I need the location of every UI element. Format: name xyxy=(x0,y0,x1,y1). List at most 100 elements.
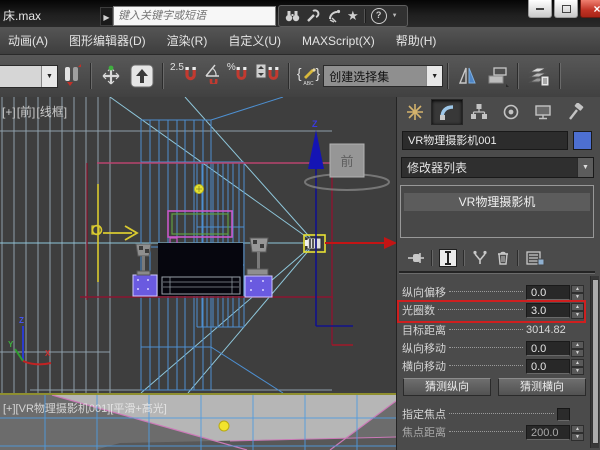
toolbar-separator xyxy=(288,63,290,89)
command-panel-tabs xyxy=(397,99,600,126)
menu-graph-editors[interactable]: 图形编辑器(D) xyxy=(69,32,146,49)
specify-focus-checkbox[interactable] xyxy=(557,408,570,421)
focus-distance-input[interactable]: 200.0 xyxy=(526,425,570,440)
object-name-field[interactable]: VR物理摄影机001 xyxy=(402,131,568,150)
remove-modifier-button[interactable] xyxy=(495,250,511,266)
stack-toolbar xyxy=(399,247,595,269)
3dsmax-window: 床.max ▶ ★ ? ▼ × 动画(A) 图形编辑器(D) 渲染(R xyxy=(0,0,600,450)
close-button[interactable]: × xyxy=(580,0,600,18)
align-button[interactable] xyxy=(483,61,513,91)
param-label: 横向移动 xyxy=(402,358,446,374)
configure-modifier-sets-button[interactable] xyxy=(525,250,545,266)
param-label: 光圈数 xyxy=(402,302,435,318)
front-viewport[interactable]: Z 前 Z Y X [+][前][线框] xyxy=(0,97,396,394)
menu-rendering[interactable]: 渲染(R) xyxy=(167,32,208,49)
edit-named-selection-sets-button[interactable]: { } ABC xyxy=(294,61,323,91)
layer-manager-button[interactable] xyxy=(523,61,555,91)
angle-snap-toggle-button[interactable] xyxy=(201,62,225,90)
show-end-result-button[interactable] xyxy=(439,249,457,267)
search-input[interactable] xyxy=(113,6,276,26)
combo-caret-icon[interactable]: ▼ xyxy=(577,158,593,177)
bed xyxy=(158,243,243,296)
spinner[interactable]: ▲▼ xyxy=(571,341,584,356)
axis-z-label: Z xyxy=(19,316,24,325)
viewport-shading-label[interactable]: [平滑+高光] xyxy=(110,403,167,415)
camera-helper[interactable] xyxy=(92,184,137,282)
selection-set-value: 创建选择集 xyxy=(324,68,426,85)
f-number-input[interactable]: 3.0 xyxy=(526,303,570,318)
param-row-target-distance: 目标距离 3014.82 xyxy=(402,322,584,338)
param-row-f-number: 光圈数 3.0 ▲▼ xyxy=(402,302,584,318)
make-unique-button[interactable] xyxy=(471,250,489,266)
tab-hierarchy[interactable] xyxy=(463,99,495,125)
subscription-wrench-icon[interactable] xyxy=(305,8,321,24)
light-helper-dot[interactable] xyxy=(195,185,204,194)
vertical-shift-input[interactable]: 0.0 xyxy=(526,285,570,300)
object-color-swatch[interactable] xyxy=(573,131,592,150)
gizmo-z-label: Z xyxy=(312,119,318,129)
target-distance-value: 3014.82 xyxy=(526,324,584,336)
viewport-camera-name[interactable]: [VR物理摄影机001] xyxy=(16,403,111,415)
viewport-menu-plus[interactable]: [+] xyxy=(2,105,16,119)
communication-satellite-icon[interactable] xyxy=(326,8,342,24)
spinner[interactable]: ▲▼ xyxy=(571,359,584,374)
front-viewport-scene: Z 前 Z Y X xyxy=(0,97,396,393)
param-row-vertical-shift: 纵向偏移 0.0 ▲▼ xyxy=(402,284,584,300)
keyboard-shortcut-override-button[interactable] xyxy=(126,61,158,91)
light-helper-dot[interactable] xyxy=(219,421,229,431)
percent-snap-toggle-button[interactable]: % xyxy=(225,62,252,90)
tab-display[interactable] xyxy=(527,99,559,125)
favorites-star-icon[interactable]: ★ xyxy=(347,8,359,24)
menu-help[interactable]: 帮助(H) xyxy=(396,32,437,49)
menu-bar: 动画(A) 图形编辑器(D) 渲染(R) 自定义(U) MAXScript(X)… xyxy=(0,27,600,55)
mirror-button[interactable] xyxy=(453,61,483,91)
combo-caret-icon[interactable]: ▼ xyxy=(41,66,57,87)
menu-maxscript[interactable]: MAXScript(X) xyxy=(302,34,375,48)
tab-modify[interactable] xyxy=(431,99,463,125)
viewport-menu-plus[interactable]: [+] xyxy=(3,403,16,415)
picture-frame xyxy=(168,211,232,245)
toolbar-separator xyxy=(447,63,449,89)
help-caret-icon[interactable]: ▼ xyxy=(392,13,398,19)
command-panel: VR物理摄影机001 修改器列表 ▼ VR物理摄影机 xyxy=(396,97,600,450)
panel-scrollbar[interactable] xyxy=(590,276,599,448)
reference-coordsys-combo[interactable]: ▼ xyxy=(0,65,58,88)
tab-utilities[interactable] xyxy=(559,99,591,125)
horizontal-tilt-input[interactable]: 0.0 xyxy=(526,359,570,374)
help-icon[interactable]: ? xyxy=(371,8,387,24)
spinner[interactable]: ▲▼ xyxy=(571,285,584,300)
spinner[interactable]: ▲▼ xyxy=(571,425,584,440)
minimize-button[interactable] xyxy=(528,0,552,18)
select-and-manipulate-button[interactable] xyxy=(96,61,126,91)
use-pivot-center-button[interactable] xyxy=(58,61,86,91)
tab-create[interactable] xyxy=(399,99,431,125)
guess-vertical-button[interactable]: 猜测纵向 xyxy=(403,378,491,396)
stack-toolbar-separator xyxy=(463,250,465,266)
snap-toggle-25d-button[interactable]: 2.5 xyxy=(168,62,201,90)
spinner[interactable]: ▲▼ xyxy=(571,303,584,318)
search-binoculars-icon[interactable] xyxy=(284,8,300,24)
pin-stack-button[interactable] xyxy=(407,250,425,266)
menu-customize[interactable]: 自定义(U) xyxy=(228,32,281,49)
scrollbar-thumb[interactable] xyxy=(592,279,599,444)
named-selection-set-combo[interactable]: 创建选择集 ▼ xyxy=(323,65,443,87)
toolbar-separator xyxy=(162,63,164,89)
spinner-snap-toggle-button[interactable] xyxy=(252,62,284,90)
viewcube-front-face[interactable]: 前 xyxy=(340,154,353,169)
viewport-shading-label[interactable]: [线框] xyxy=(36,105,67,119)
viewport-view-label[interactable]: [前] xyxy=(17,105,36,119)
vertical-tilt-input[interactable]: 0.0 xyxy=(526,341,570,356)
tab-motion[interactable] xyxy=(495,99,527,125)
guess-horizontal-button[interactable]: 猜测横向 xyxy=(498,378,586,396)
camera-viewport[interactable]: [+][VR物理摄影机001][平滑+高光] xyxy=(0,393,396,450)
stack-item-vray-camera[interactable]: VR物理摄影机 xyxy=(404,193,590,211)
abc-label: ABC xyxy=(303,81,313,87)
search-history-arrow-icon[interactable]: ▶ xyxy=(100,7,113,26)
restore-button[interactable] xyxy=(554,0,578,18)
menu-animation[interactable]: 动画(A) xyxy=(8,32,48,49)
selected-vray-camera[interactable] xyxy=(304,235,325,252)
modifier-stack[interactable]: VR物理摄影机 xyxy=(400,185,594,238)
combo-caret-icon[interactable]: ▼ xyxy=(426,66,442,86)
modifier-list-dropdown[interactable]: 修改器列表 ▼ xyxy=(401,157,594,178)
param-label: 指定焦点 xyxy=(402,406,446,422)
